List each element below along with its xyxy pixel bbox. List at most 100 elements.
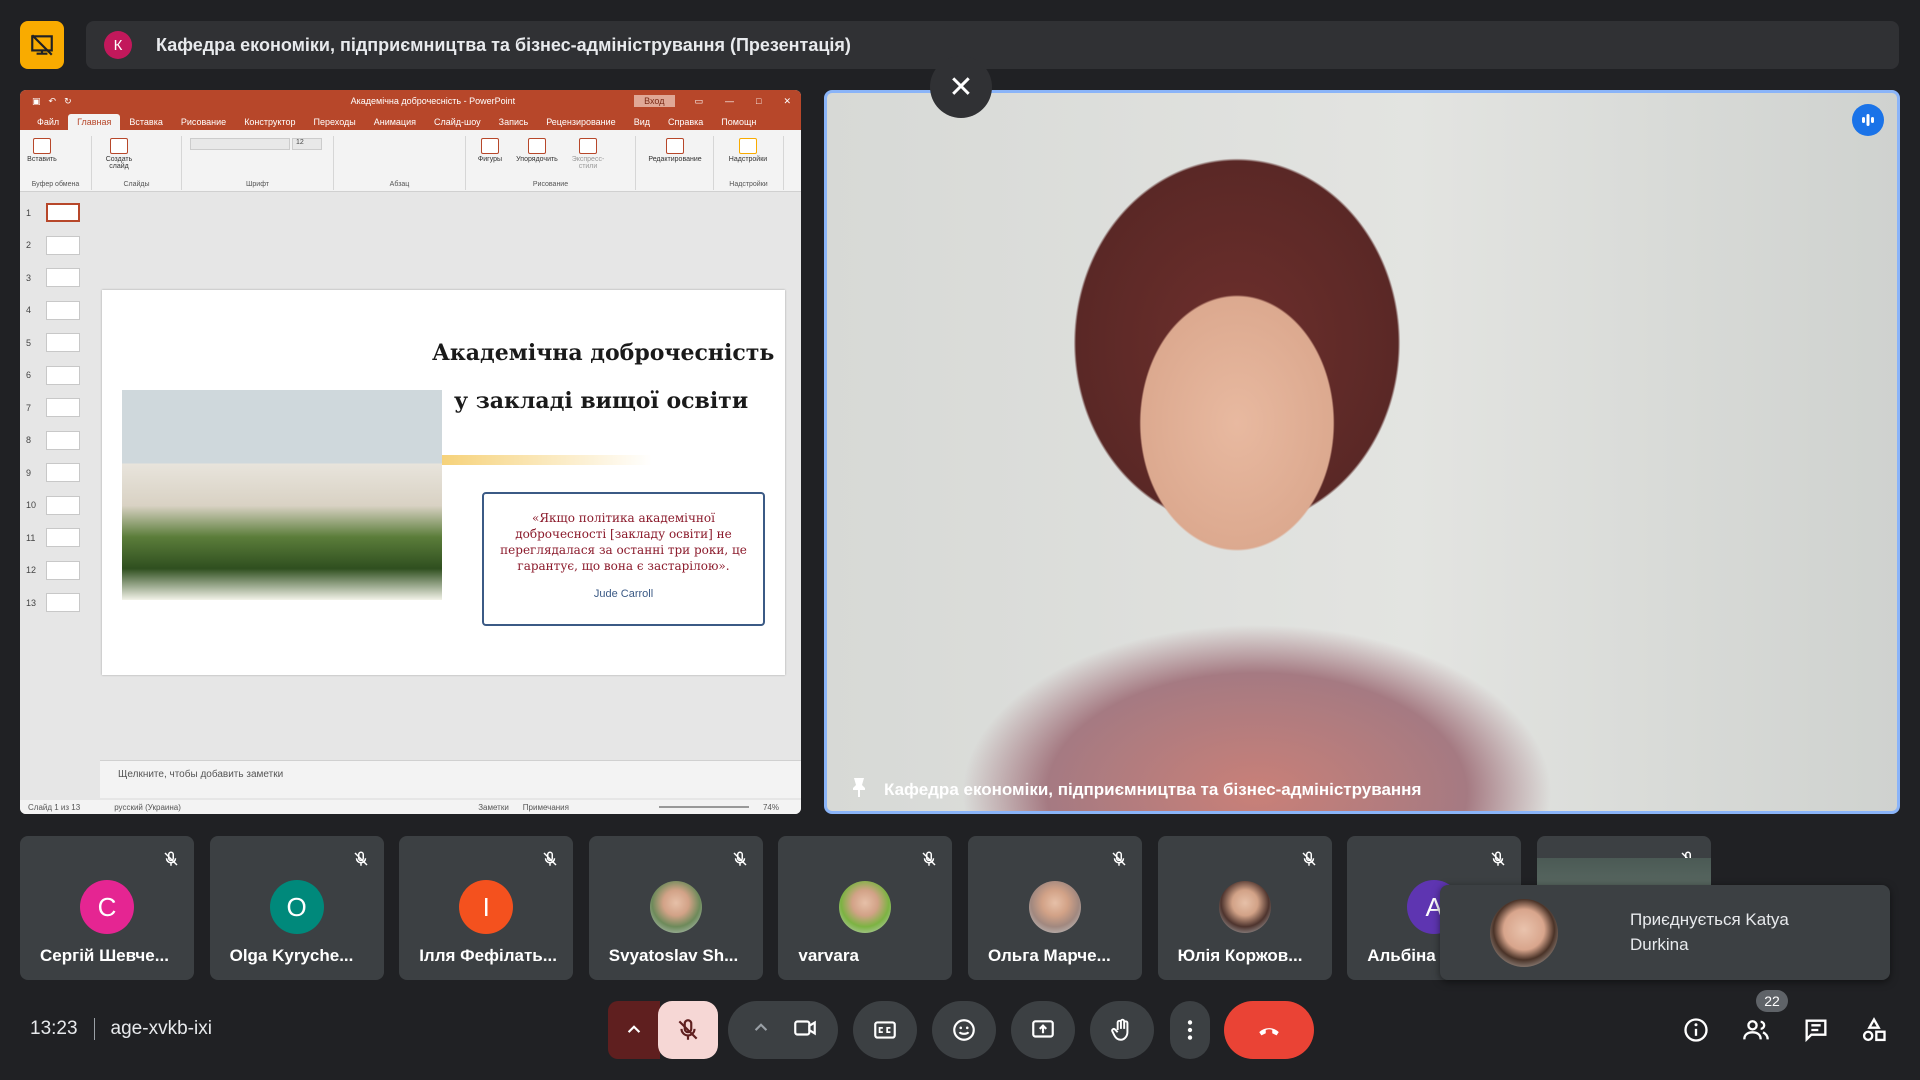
slide-thumbnail[interactable] [46,560,80,580]
leave-call-button[interactable] [1224,1001,1314,1059]
participant-name: Сергій Шевче... [40,946,169,965]
ppt-tab[interactable]: Файл [28,114,68,130]
undo-icon[interactable]: ↶ [49,96,57,107]
mic-off-icon [352,850,370,868]
participant-tile[interactable]: С Сергій Шевче... [20,836,194,980]
slide-thumbnail[interactable] [46,235,80,255]
arrange-button[interactable]: Упорядочить [512,138,562,163]
notes-toggle[interactable]: Заметки [478,803,509,812]
zoom-level[interactable]: 74% [763,803,779,812]
raise-hand-button[interactable] [1090,1001,1154,1059]
captions-button[interactable] [853,1001,917,1059]
signin-button[interactable]: Вход [634,95,675,107]
slide-thumbnail[interactable] [46,495,80,515]
slide-thumbnail-row[interactable]: 7 [26,398,80,417]
comments-toggle[interactable]: Примечания [523,803,569,812]
new-slide-button[interactable]: Создать слайд [98,138,140,170]
slide-thumbnail-row[interactable]: 11 [26,528,80,547]
ppt-tab[interactable]: Слайд-шоу [425,114,490,130]
camera-toggle-button[interactable] [792,1015,818,1046]
ppt-tab[interactable]: Вид [625,114,659,130]
ppt-tab[interactable]: Запись [490,114,538,130]
camera-group [728,1001,838,1059]
ppt-ribbon-tabs: Файл Главная Вставка Рисование Конструктор Пе… [20,112,801,130]
ribbon-label-font: Шрифт [245,181,270,188]
slide-thumbnail[interactable] [46,593,80,612]
slide-thumbnail-row[interactable]: 1 [26,203,80,222]
meeting-code[interactable]: age-xvkb-ixi [111,1018,212,1040]
slide-thumbnail[interactable] [46,333,80,352]
participant-tile[interactable]: Ольга Марче... [968,836,1142,980]
maximize-icon[interactable]: □ [756,96,761,106]
mic-toggle-button[interactable] [658,1001,718,1059]
font-name-dropdown[interactable] [190,138,290,150]
ribbon-group-paragraph: Абзац [334,136,466,190]
slide-thumbnail[interactable] [46,430,80,450]
slide-thumbnail[interactable] [46,268,80,287]
meeting-details-button[interactable] [1680,1014,1712,1046]
close-pinned-icon[interactable]: ✕ [930,56,992,118]
slide-thumbnail-row[interactable]: 9 [26,463,80,482]
minimize-icon[interactable]: — [725,96,734,106]
ppt-tab[interactable]: Вставка [120,114,171,130]
video-options-button[interactable] [748,1015,774,1046]
close-window-icon[interactable]: ✕ [783,96,791,107]
slide-thumbnail-row[interactable]: 12 [26,560,80,580]
slide-thumbnail[interactable] [46,398,80,417]
current-slide[interactable]: Академічна доброчесність у закладі вищої… [102,290,785,675]
slide-thumbnail-row[interactable]: 13 [26,593,80,612]
redo-icon[interactable]: ↻ [64,96,72,107]
font-size-dropdown[interactable]: 12 [292,138,322,150]
ppt-tab[interactable]: Главная [68,114,121,130]
ribbon-group-slides: Создать слайд Слайды [92,136,182,190]
save-icon[interactable]: ▣ [32,96,41,107]
audio-options-button[interactable] [608,1001,660,1059]
notes-pane[interactable]: Щелкните, чтобы добавить заметки [100,760,801,798]
ppt-tab[interactable]: Анимация [365,114,425,130]
language-indicator[interactable]: русский (Украина) [114,803,181,812]
ppt-tab[interactable]: Переходы [305,114,365,130]
call-end-icon [1259,1028,1279,1036]
participant-tile[interactable]: varvara [778,836,953,980]
slide-thumbnail[interactable] [46,463,80,482]
ppt-tab[interactable]: Конструктор [235,114,304,130]
ppt-tab[interactable]: Помощн [712,114,765,130]
participant-tile[interactable]: Svyatoslav Sh... [588,836,763,980]
slide-thumbnail[interactable] [46,365,80,385]
ribbon-options-icon[interactable]: ▭ [695,96,704,107]
chevron-up-icon [627,1025,641,1033]
more-options-button[interactable] [1170,1001,1210,1059]
pin-icon[interactable] [850,776,868,803]
present-now-button[interactable] [1011,1001,1075,1059]
slide-thumbnail-row[interactable]: 4 [26,300,80,320]
zoom-slider[interactable] [658,806,749,808]
quote-text: «Якщо політика академічної доброчесності… [500,511,747,573]
quick-styles-button[interactable]: Экспресс-стили [566,138,610,170]
presentation-icon[interactable] [20,21,64,69]
slide-thumbnail-row[interactable]: 5 [26,333,80,352]
paste-button[interactable]: Вставить [24,138,60,163]
participant-tile[interactable]: Юлія Коржов... [1157,836,1332,980]
addins-button[interactable]: Надстройки [718,138,778,163]
slide-thumbnail-row[interactable]: 8 [26,430,80,450]
activities-button[interactable] [1858,1014,1890,1046]
slide-thumbnail-row[interactable]: 6 [26,365,80,385]
participant-tile[interactable]: І Ілля Фефілать... [399,836,574,980]
slide-thumbnail[interactable] [46,300,80,320]
slide-thumbnail[interactable] [46,528,80,547]
slide-thumbnail-row[interactable]: 10 [26,495,80,515]
editing-button[interactable]: Редактирование [638,138,712,163]
reactions-button[interactable] [932,1001,996,1059]
slide-thumbnail-row[interactable]: 2 [26,235,80,255]
chevron-up-icon [754,1022,768,1031]
participant-tile[interactable]: O Olga Kyryche... [209,836,384,980]
ppt-tab[interactable]: Справка [659,114,712,130]
slide-thumbnail-row[interactable]: 3 [26,268,80,287]
speaker-video-tile[interactable] [824,90,1900,814]
people-button[interactable] [1740,1014,1772,1046]
slide-thumbnail[interactable] [46,203,80,222]
ppt-tab[interactable]: Рисование [172,114,235,130]
ppt-tab[interactable]: Рецензирование [537,114,625,130]
shapes-button[interactable]: Фигуры [472,138,508,163]
chat-button[interactable] [1800,1014,1832,1046]
